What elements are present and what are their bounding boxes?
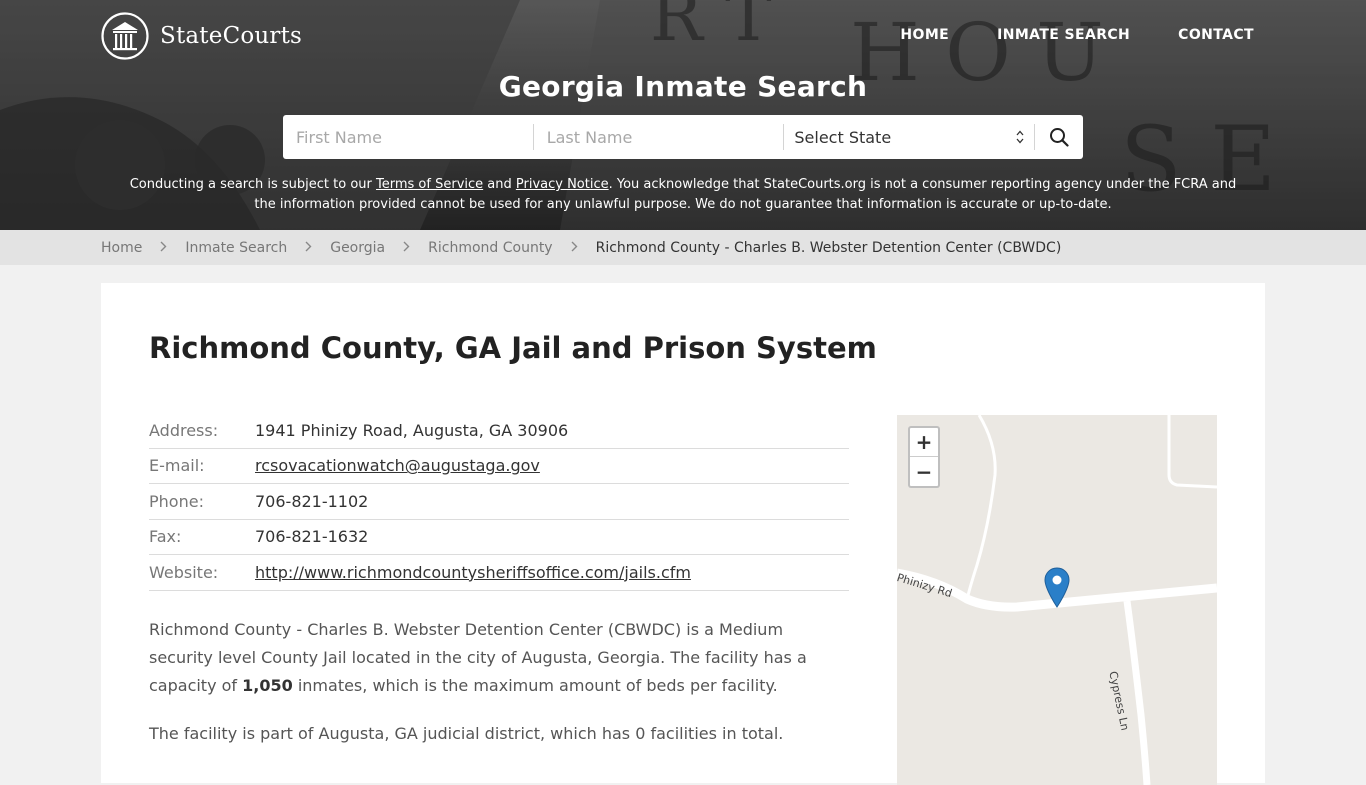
search-icon <box>1050 128 1069 147</box>
website-label: Website: <box>149 562 219 582</box>
breadcrumb-richmond-county[interactable]: Richmond County <box>428 240 552 256</box>
chevron-right-icon <box>571 241 578 255</box>
breadcrumb-inmate-search[interactable]: Inmate Search <box>185 240 287 256</box>
nav-contact[interactable]: CONTACT <box>1178 27 1254 43</box>
breadcrumb-current: Richmond County - Charles B. Webster Det… <box>595 239 1062 256</box>
breadcrumb: Home Inmate Search Georgia Richmond Coun… <box>0 230 1366 265</box>
statecourts-logo[interactable]: StateCourts <box>101 12 302 60</box>
info-row-email: E-mail: rcsovacationwatch@augustaga.gov <box>149 449 849 484</box>
email-label: E-mail: <box>149 456 205 476</box>
chevron-right-icon <box>305 241 312 255</box>
info-row-website: Website: http://www.richmondcountysherif… <box>149 555 849 591</box>
select-arrows-icon <box>1016 130 1024 144</box>
brand-name: StateCourts <box>160 23 303 49</box>
map-marker-icon[interactable] <box>1044 567 1070 609</box>
first-name-input[interactable] <box>283 115 533 159</box>
disclaimer-text: Conducting a search is subject to our <box>129 177 377 192</box>
map-zoom-control: + − <box>908 426 940 488</box>
chevron-right-icon <box>403 241 410 255</box>
facility-info-table: Address: 1941 Phinizy Road, Augusta, GA … <box>149 413 849 591</box>
last-name-input[interactable] <box>533 115 784 159</box>
disclaimer-text: and <box>483 177 516 192</box>
privacy-notice-link[interactable]: Privacy Notice <box>516 177 609 192</box>
breadcrumb-home[interactable]: Home <box>101 240 142 256</box>
info-row-fax: Fax: 706-821-1632 <box>149 520 849 555</box>
capacity-value: 1,050 <box>242 676 293 695</box>
hero-banner: R T H O U S E StateCourts HOME INMATE SE… <box>0 0 1366 230</box>
phone-value: 706-821-1102 <box>255 491 369 511</box>
zoom-out-button[interactable]: − <box>910 457 938 486</box>
fax-label: Fax: <box>149 527 182 547</box>
phone-label: Phone: <box>149 491 204 511</box>
state-select-value: Select State <box>794 127 892 147</box>
info-row-address: Address: 1941 Phinizy Road, Augusta, GA … <box>149 413 849 449</box>
page-title: Richmond County, GA Jail and Prison Syst… <box>149 331 877 365</box>
nav-home[interactable]: HOME <box>900 27 949 43</box>
inmate-search-form: Select State <box>283 115 1083 159</box>
courthouse-columns-icon <box>101 12 149 60</box>
zoom-in-button[interactable]: + <box>910 428 938 457</box>
facility-map[interactable]: Phinizy Rd Cypress Ln + − <box>897 415 1217 785</box>
facility-card: Richmond County, GA Jail and Prison Syst… <box>101 283 1265 785</box>
fax-value: 706-821-1632 <box>255 527 369 547</box>
state-select[interactable]: Select State <box>784 115 1034 159</box>
legal-disclaimer: Conducting a search is subject to our Te… <box>120 175 1246 215</box>
description-text: inmates, which is the maximum amount of … <box>292 676 778 695</box>
chevron-right-icon <box>160 241 167 255</box>
nav-inmate-search[interactable]: INMATE SEARCH <box>997 27 1130 43</box>
search-button[interactable] <box>1035 115 1083 159</box>
address-value: 1941 Phinizy Road, Augusta, GA 30906 <box>255 420 569 440</box>
terms-of-service-link[interactable]: Terms of Service <box>376 177 483 192</box>
website-link[interactable]: http://www.richmondcountysheriffsoffice.… <box>255 563 691 582</box>
address-label: Address: <box>149 420 219 440</box>
facility-description: Richmond County - Charles B. Webster Det… <box>149 616 849 700</box>
hero-title: Georgia Inmate Search <box>498 70 868 103</box>
email-link[interactable]: rcsovacationwatch@augustaga.gov <box>255 456 540 475</box>
info-row-phone: Phone: 706-821-1102 <box>149 484 849 520</box>
district-description: The facility is part of Augusta, GA judi… <box>149 724 784 743</box>
main-nav: HOME INMATE SEARCH CONTACT <box>900 27 1254 43</box>
breadcrumb-georgia[interactable]: Georgia <box>330 240 385 256</box>
